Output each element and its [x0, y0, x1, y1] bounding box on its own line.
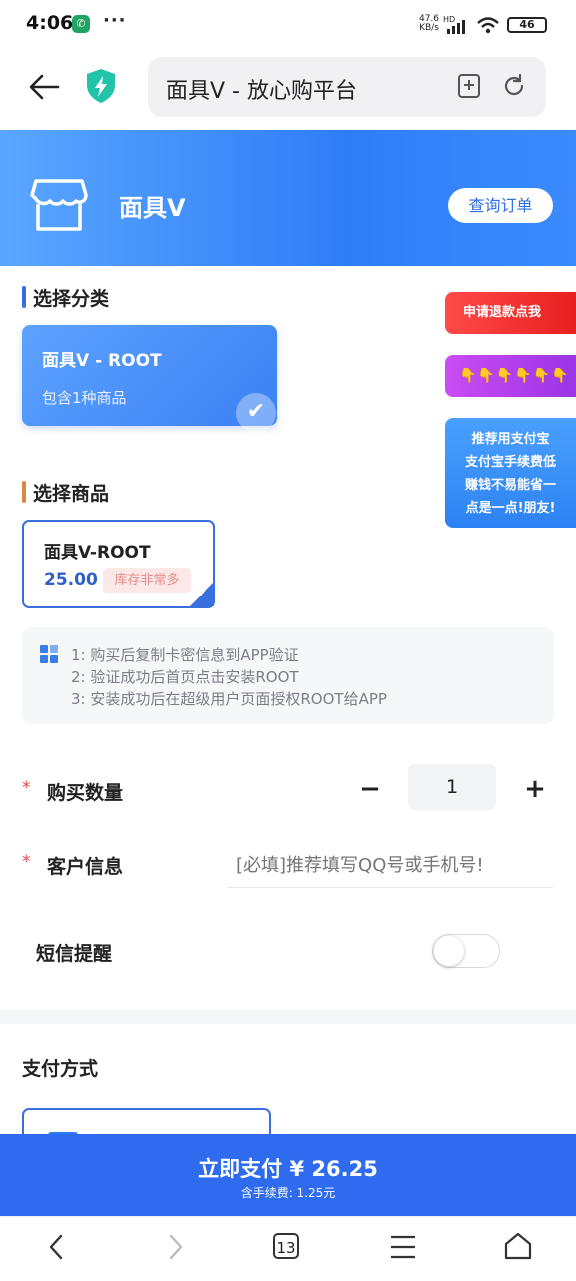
product-price: 25.00	[44, 570, 98, 590]
quantity-label: 购买数量	[47, 782, 124, 804]
nav-back-icon[interactable]	[42, 1232, 72, 1262]
payment-method-title: 支付方式	[22, 1058, 99, 1080]
category-card-subtitle: 包含1种商品	[42, 389, 127, 407]
instruction-line: 3: 安装成功后在超级用户页面授权ROOT给APP	[71, 690, 387, 708]
required-mark: *	[22, 852, 31, 872]
refund-tab[interactable]: 申请退款点我	[445, 292, 576, 334]
stock-badge: 库存非常多	[103, 568, 191, 593]
alipay-line: 点是一点!朋友!	[465, 501, 556, 516]
battery-level: 46	[519, 18, 535, 31]
home-icon[interactable]	[503, 1231, 533, 1261]
quantity-input[interactable]: 1	[408, 764, 496, 810]
required-mark: *	[22, 778, 31, 798]
pay-now-label[interactable]: 立即支付 ¥ 26.25	[0, 1153, 576, 1183]
fee-note: 含手续费: 1.25元	[240, 1186, 336, 1200]
product-card[interactable]	[22, 520, 215, 608]
tabs-button[interactable]: 13	[273, 1233, 299, 1259]
add-bookmark-icon[interactable]	[456, 73, 482, 99]
pointing-hands-tab[interactable]: 👇👇👇👇👇👇	[445, 355, 576, 397]
toggle-knob[interactable]	[434, 936, 464, 966]
storefront-icon	[30, 179, 88, 231]
section-marker	[22, 481, 26, 503]
section-marker	[22, 286, 26, 308]
check-icon: ✔	[236, 393, 276, 433]
page-title-text[interactable]: 面具V - 放心购平台	[166, 73, 357, 105]
category-section-title: 选择分类	[33, 288, 110, 310]
network-speed: 47.6 KB/s	[414, 15, 444, 33]
shop-name: 面具V	[119, 194, 186, 222]
category-card-title[interactable]: 面具V - ROOT	[42, 346, 162, 371]
product-name[interactable]: 面具V-ROOT	[44, 538, 151, 563]
instruction-line: 2: 验证成功后首页点击安装ROOT	[71, 668, 299, 686]
customer-info-label: 客户信息	[47, 856, 124, 878]
product-section-title: 选择商品	[33, 483, 110, 505]
query-order-button[interactable]: 查询订单	[448, 188, 553, 223]
status-time: 4:06	[26, 12, 74, 34]
customer-info-input[interactable]	[228, 844, 553, 888]
quantity-decrease-button[interactable]: −	[358, 776, 382, 802]
reload-icon[interactable]	[501, 73, 527, 99]
alipay-recommend-tab[interactable]: 推荐用支付宝 支付宝手续费低 赚钱不易能省一 点是一点!朋友!	[445, 418, 576, 528]
section-divider	[0, 1010, 576, 1024]
wifi-icon	[477, 17, 499, 34]
alipay-line: 推荐用支付宝	[471, 432, 550, 447]
more-notifications-icon: ···	[103, 10, 127, 31]
shield-bolt-icon[interactable]	[85, 68, 117, 104]
battery-icon: 46	[507, 17, 547, 33]
network-speed-unit: KB/s	[419, 23, 439, 33]
sms-reminder-label: 短信提醒	[36, 943, 113, 965]
alipay-line: 支付宝手续费低	[464, 455, 556, 470]
check-icon: ✔	[198, 587, 208, 600]
alipay-line: 赚钱不易能省一	[464, 478, 556, 493]
phone-call-icon: ✆	[72, 15, 90, 33]
menu-icon[interactable]	[388, 1232, 418, 1262]
apps-grid-icon	[40, 645, 58, 663]
nav-forward-icon[interactable]	[160, 1232, 190, 1262]
back-arrow-icon[interactable]	[28, 70, 62, 104]
quantity-increase-button[interactable]: +	[522, 776, 548, 802]
signal-icon	[447, 20, 465, 34]
instruction-line: 1: 购买后复制卡密信息到APP验证	[71, 646, 299, 664]
